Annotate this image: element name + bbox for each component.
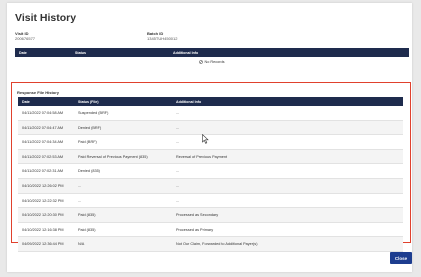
table-header: Date Status (File) Additional Info <box>18 97 403 106</box>
table-row[interactable]: 04/11/2022 07:02:53 AM Paid Reversal of P… <box>18 149 403 165</box>
close-button[interactable]: Close <box>390 252 412 264</box>
row-date: 04/10/2022 12:16:38 PM <box>22 227 64 232</box>
row-status: Paid Reversal of Previous Payment (835) <box>78 154 148 159</box>
column-header-additional-info[interactable]: Additional Info <box>176 100 201 104</box>
row-status: Paid (BRF) <box>78 140 97 145</box>
column-header-status-file[interactable]: Status (File) <box>78 100 99 104</box>
row-status: ... <box>78 198 82 203</box>
row-date: 04/10/2022 12:20:30 PM <box>22 213 64 218</box>
response-history-rows: 04/11/2022 07:04:58 AM Suspended (BRF)...… <box>18 106 403 252</box>
row-date: 04/10/2022 12:26:02 PM <box>22 183 64 188</box>
table-row[interactable]: 04/11/2022 07:04:58 AM Suspended (BRF)... <box>18 106 403 121</box>
visit-history-modal: Visit History Visit ID 200676577 Batch I… <box>7 3 412 272</box>
row-status: Suspended (BRF) <box>78 111 109 115</box>
column-header-date[interactable]: Date <box>19 51 27 55</box>
row-date: 04/11/2022 07:04:34 AM <box>22 140 64 145</box>
row-status: Denied (BRF) <box>78 125 102 130</box>
row-status: N/A <box>78 242 85 247</box>
mouse-cursor-icon <box>202 134 209 144</box>
row-date: 04/11/2022 07:02:31 AM <box>22 169 64 174</box>
row-additional-info: ... <box>176 125 180 130</box>
row-additional-info: Processed as Secondary <box>176 213 219 218</box>
visit-id-value: 200676577 <box>15 36 36 41</box>
table-row[interactable]: 04/11/2022 07:02:31 AM Denied (835)... <box>18 164 403 179</box>
table-header: Date Status Additional Info <box>15 48 409 57</box>
row-additional-info: ... <box>176 140 180 145</box>
column-header-date[interactable]: Date <box>22 100 30 104</box>
modal-title: Visit History <box>15 12 77 24</box>
table-row[interactable]: 04/10/2022 12:16:38 PM Paid (835) Processe… <box>18 223 403 238</box>
row-additional-info: ... <box>176 169 180 174</box>
response-history-table: Date Status (File) Additional Info 04/11… <box>18 97 403 252</box>
row-date: 04/11/2022 07:02:53 AM <box>22 154 64 159</box>
row-additional-info: Reversal of Previous Payment <box>176 154 228 159</box>
row-additional-info: Processed as Primary <box>176 227 214 232</box>
row-additional-info: ... <box>176 198 180 203</box>
row-date: 04/09/2022 12:36:44 PM <box>22 242 64 247</box>
table-row[interactable]: 04/09/2022 12:36:44 PM N/A Not Our Claim, … <box>18 237 403 252</box>
response-file-history-title: Response File History <box>17 90 60 95</box>
no-records-text: No Records <box>204 60 225 64</box>
table-row[interactable]: 04/11/2022 07:04:34 AM Paid (BRF)... <box>18 135 403 150</box>
batch-id-block: Batch ID 1345TUH450012 <box>147 31 177 41</box>
row-status: ... <box>78 183 82 188</box>
column-header-additional-info[interactable]: Additional Info <box>173 51 198 55</box>
table-row[interactable]: 04/10/2022 12:22:32 PM...... <box>18 194 403 209</box>
column-header-status[interactable]: Status <box>75 51 86 55</box>
table-row[interactable]: 04/10/2022 12:20:30 PM Paid (835) Processe… <box>18 208 403 223</box>
table-row[interactable]: 04/11/2022 07:04:47 AM Denied (BRF)... <box>18 120 403 136</box>
row-status: Paid (835) <box>78 213 96 218</box>
table-row[interactable]: 04/10/2022 12:26:02 PM...... <box>18 178 403 194</box>
row-additional-info: Not Our Claim, Forwarded to Additional P… <box>176 242 258 247</box>
row-date: 04/10/2022 12:22:32 PM <box>22 198 64 203</box>
row-additional-info: ... <box>176 111 180 115</box>
row-additional-info: ... <box>176 183 180 188</box>
row-status: Paid (835) <box>78 227 96 232</box>
batch-id-value: 1345TUH450012 <box>147 36 178 41</box>
visit-status-table: Date Status Additional Info No Records <box>15 48 409 67</box>
empty-state: No Records <box>15 57 409 67</box>
row-date: 04/11/2022 07:04:58 AM <box>22 111 64 115</box>
row-status: Denied (835) <box>78 169 100 174</box>
row-date: 04/11/2022 07:04:47 AM <box>22 125 64 130</box>
no-records-icon <box>199 60 204 64</box>
visit-id-block: Visit ID 200676577 <box>15 31 35 41</box>
response-file-history-panel: Response File History Date Status (File)… <box>11 82 411 252</box>
